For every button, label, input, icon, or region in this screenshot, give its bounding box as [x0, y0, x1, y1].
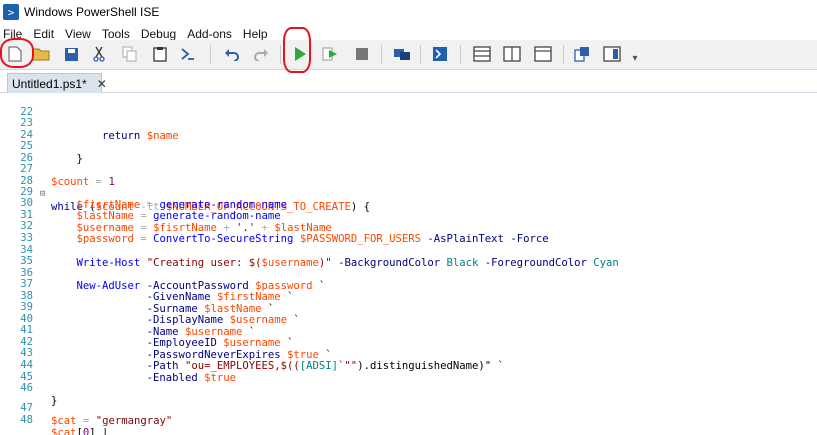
- script-tab-strip: Untitled1.ps1* ✕: [0, 71, 817, 94]
- show-command-addon-icon[interactable]: [602, 44, 622, 64]
- tab-untitled1[interactable]: Untitled1.ps1* ✕: [7, 73, 107, 94]
- show-commands-window-icon[interactable]: [572, 44, 592, 64]
- toolbar: ▾: [0, 40, 817, 70]
- title-bar: > Windows PowerShell ISE: [0, 0, 817, 24]
- save-icon[interactable]: [61, 44, 81, 64]
- stop-icon[interactable]: [352, 44, 372, 64]
- powershell-console-icon[interactable]: [430, 44, 450, 64]
- run-selection-icon[interactable]: [320, 44, 340, 64]
- menu-help[interactable]: Help: [243, 27, 268, 41]
- code-line: 46 }: [0, 369, 817, 407]
- code-line: 48 $cat[0] |: [0, 401, 817, 435]
- redo-icon[interactable]: [251, 44, 271, 64]
- menu-tools[interactable]: Tools: [102, 27, 130, 41]
- toolbar-separator: [381, 45, 382, 64]
- toolbar-separator: [563, 45, 564, 64]
- powershell-app-icon: >: [3, 4, 19, 20]
- cut-icon[interactable]: [89, 44, 109, 64]
- menu-debug[interactable]: Debug: [141, 27, 176, 41]
- copy-icon[interactable]: [120, 44, 140, 64]
- open-icon[interactable]: [31, 44, 51, 64]
- toolbar-separator: [420, 45, 421, 64]
- script-pane-top-icon[interactable]: [472, 44, 492, 64]
- script-pane-right-icon[interactable]: [502, 44, 522, 64]
- toolbar-overflow-icon[interactable]: ▾: [625, 48, 645, 68]
- paste-icon[interactable]: [150, 44, 170, 64]
- remote-powershell-icon[interactable]: [392, 44, 412, 64]
- toolbar-separator: [460, 45, 461, 64]
- toolbar-separator: [210, 45, 211, 64]
- menu-add-ons[interactable]: Add-ons: [187, 27, 232, 41]
- window-title: Windows PowerShell ISE: [24, 5, 160, 19]
- tab-label: Untitled1.ps1*: [12, 77, 87, 91]
- clear-console-icon[interactable]: [178, 44, 198, 64]
- code-text: $cat[0] |: [51, 427, 109, 435]
- red-circle-annotation-run: [283, 27, 311, 73]
- toolbar-separator: [280, 45, 281, 64]
- red-circle-annotation-new: [0, 38, 34, 68]
- script-editor[interactable]: 22 23 return $name 24 25 } 26 27 $count …: [0, 93, 817, 435]
- line-number: 48: [20, 414, 33, 426]
- close-tab-icon[interactable]: ✕: [97, 77, 107, 91]
- script-pane-maximized-icon[interactable]: [533, 44, 553, 64]
- undo-icon[interactable]: [222, 44, 242, 64]
- menu-view[interactable]: View: [65, 27, 91, 41]
- menu-edit[interactable]: Edit: [33, 27, 54, 41]
